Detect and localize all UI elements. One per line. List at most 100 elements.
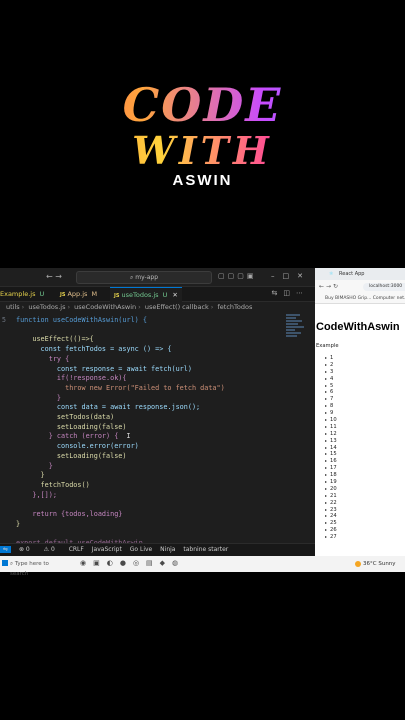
list-item-text: 20	[330, 485, 337, 492]
weather-widget[interactable]: 36°C Sunny	[355, 559, 396, 569]
tab-usetodos[interactable]: JS useTodos.js U ✕	[110, 287, 182, 302]
list-item: ▸ 9	[325, 410, 337, 417]
code-line-text: },[]);	[16, 490, 57, 499]
list-item: ▸ 10	[325, 417, 337, 424]
list-item-text: 27	[330, 534, 337, 541]
tab-usetodos-label: useTodos.js	[121, 291, 159, 299]
list-item: ▸ 1	[325, 355, 337, 362]
ninja-status[interactable]: Ninja	[160, 546, 175, 553]
window-controls[interactable]: –□✕	[271, 272, 311, 280]
tab-app-label: App.js	[67, 290, 88, 298]
list-item: ▸ 15	[325, 451, 337, 458]
tab-app-state: M	[91, 290, 98, 298]
bullet-icon: ▸	[325, 361, 328, 367]
breadcrumb-item[interactable]: fetchTodos	[217, 303, 252, 311]
list-item: ▸ 22	[325, 500, 337, 507]
list-item: ▸ 20	[325, 486, 337, 493]
bullet-icon: ▸	[325, 444, 328, 450]
language-status[interactable]: JavaScript	[92, 546, 122, 553]
page-heading: CodeWithAswin	[316, 321, 400, 333]
page-paragraph: Example	[316, 343, 339, 349]
list-item: ▸ 24	[325, 513, 337, 520]
list-item: ▸ 16	[325, 458, 337, 465]
minimap[interactable]	[286, 314, 306, 354]
tab-example[interactable]: Example.js U	[0, 287, 48, 301]
list-item: ▸ 6	[325, 389, 337, 396]
golive-status[interactable]: Go Live	[130, 546, 152, 553]
bullet-icon: ▸	[325, 465, 328, 471]
code-line-text: } catch (error) {	[16, 432, 119, 441]
bookmarks-bar[interactable]: Buy BIMASHO Grip... Computer net...	[315, 294, 405, 304]
list-item-text: 6	[330, 389, 334, 396]
code-editor[interactable]: 5 function useCodeWithAswin(url) { useEff…	[0, 312, 300, 547]
windows-start-icon[interactable]	[2, 560, 8, 566]
bullet-icon: ▸	[325, 423, 328, 429]
address-bar[interactable]: localhost:3000	[363, 283, 405, 291]
code-line-text: setLoading(false)	[16, 451, 127, 460]
browser-nav-icons[interactable]: ←→↻	[319, 283, 340, 290]
code-line-text: const data = await response.json();	[16, 403, 201, 412]
tab-app[interactable]: JS App.js M	[56, 287, 101, 301]
tabnine-status[interactable]: tabnine starter	[183, 546, 228, 553]
list-item: ▸ 19	[325, 479, 337, 486]
list-item: ▸ 17	[325, 465, 337, 472]
code-line-text: }	[16, 461, 53, 470]
bullet-icon: ▸	[325, 451, 328, 457]
code-line-text: const response = await fetch(url)	[16, 364, 192, 373]
list-item: ▸ 2	[325, 362, 337, 369]
list-item-text: 15	[330, 451, 337, 458]
layout-icons[interactable]: ▢▢▢▣	[218, 272, 256, 280]
taskbar-search[interactable]: ⌕ Type here to search	[10, 559, 68, 577]
code-line-text: }	[16, 471, 45, 480]
tab-example-state: U	[39, 290, 45, 298]
list-item-text: 26	[330, 527, 337, 534]
list-item: ▸ 4	[325, 376, 337, 383]
bullet-icon: ▸	[325, 417, 328, 423]
breadcrumb-item[interactable]: useTodos.js	[28, 303, 65, 311]
list-item-text: 19	[330, 479, 337, 486]
browser-toolbar: ←→↻ localhost:3000	[315, 280, 405, 294]
code-line-text: if(!response.ok){	[16, 374, 127, 383]
list-item: ▸ 5	[325, 383, 337, 390]
code-line-text: console.error(error)	[16, 442, 139, 451]
breadcrumb-item[interactable]: useEffect() callback	[145, 303, 209, 311]
list-item-text: 16	[330, 458, 337, 465]
warning-icon[interactable]: ⚠ 0	[44, 546, 61, 553]
browser-tab[interactable]: ⚛ React App	[315, 268, 405, 280]
list-item: ▸ 27	[325, 534, 337, 541]
bullet-icon: ▸	[325, 355, 328, 360]
code-line-text: setLoading(false)	[16, 422, 127, 431]
list-item-text: 24	[330, 513, 337, 520]
command-search-label: my-app	[135, 274, 159, 281]
bullet-icon: ▸	[325, 527, 328, 533]
error-icon[interactable]: ⊗ 0	[19, 546, 36, 553]
logo-aswin-text: ASWIN	[172, 172, 233, 189]
warning-count: 0	[50, 546, 55, 553]
breadcrumb-item[interactable]: utils	[6, 303, 20, 311]
taskbar-apps[interactable]: ◉▣◐●◎▤◆◍	[80, 559, 185, 567]
bullet-icon: ▸	[325, 375, 328, 381]
list-item: ▸ 8	[325, 403, 337, 410]
code-line-text: throw new Error("Failed to fetch data")	[16, 383, 225, 392]
eol-status[interactable]: CRLF	[69, 546, 84, 553]
list-item: ▸ 11	[325, 424, 337, 431]
nav-arrows[interactable]: ← →	[46, 272, 62, 281]
remote-icon[interactable]: ⇋	[0, 546, 12, 553]
editor-actions[interactable]: ⇆◫⋯	[272, 289, 309, 297]
breadcrumb-item[interactable]: useCodeWithAswin	[74, 303, 136, 311]
list-item: ▸ 25	[325, 520, 337, 527]
list-item-text: 17	[330, 465, 337, 472]
list-item-text: 3	[330, 368, 334, 375]
list-item-text: 12	[330, 430, 337, 437]
bullet-icon: ▸	[325, 472, 328, 478]
command-search[interactable]: ⌕ my-app	[76, 271, 212, 284]
js-file-icon: JS	[60, 292, 66, 298]
bullet-icon: ▸	[325, 396, 328, 402]
list-item: ▸ 23	[325, 507, 337, 514]
close-icon[interactable]: ✕	[172, 291, 177, 299]
list-item: ▸ 26	[325, 527, 337, 534]
text-cursor: I	[126, 432, 131, 441]
list-item-text: 23	[330, 506, 337, 513]
code-line-text: const fetchTodos = async () => {	[16, 345, 172, 354]
bullet-icon: ▸	[325, 520, 328, 526]
